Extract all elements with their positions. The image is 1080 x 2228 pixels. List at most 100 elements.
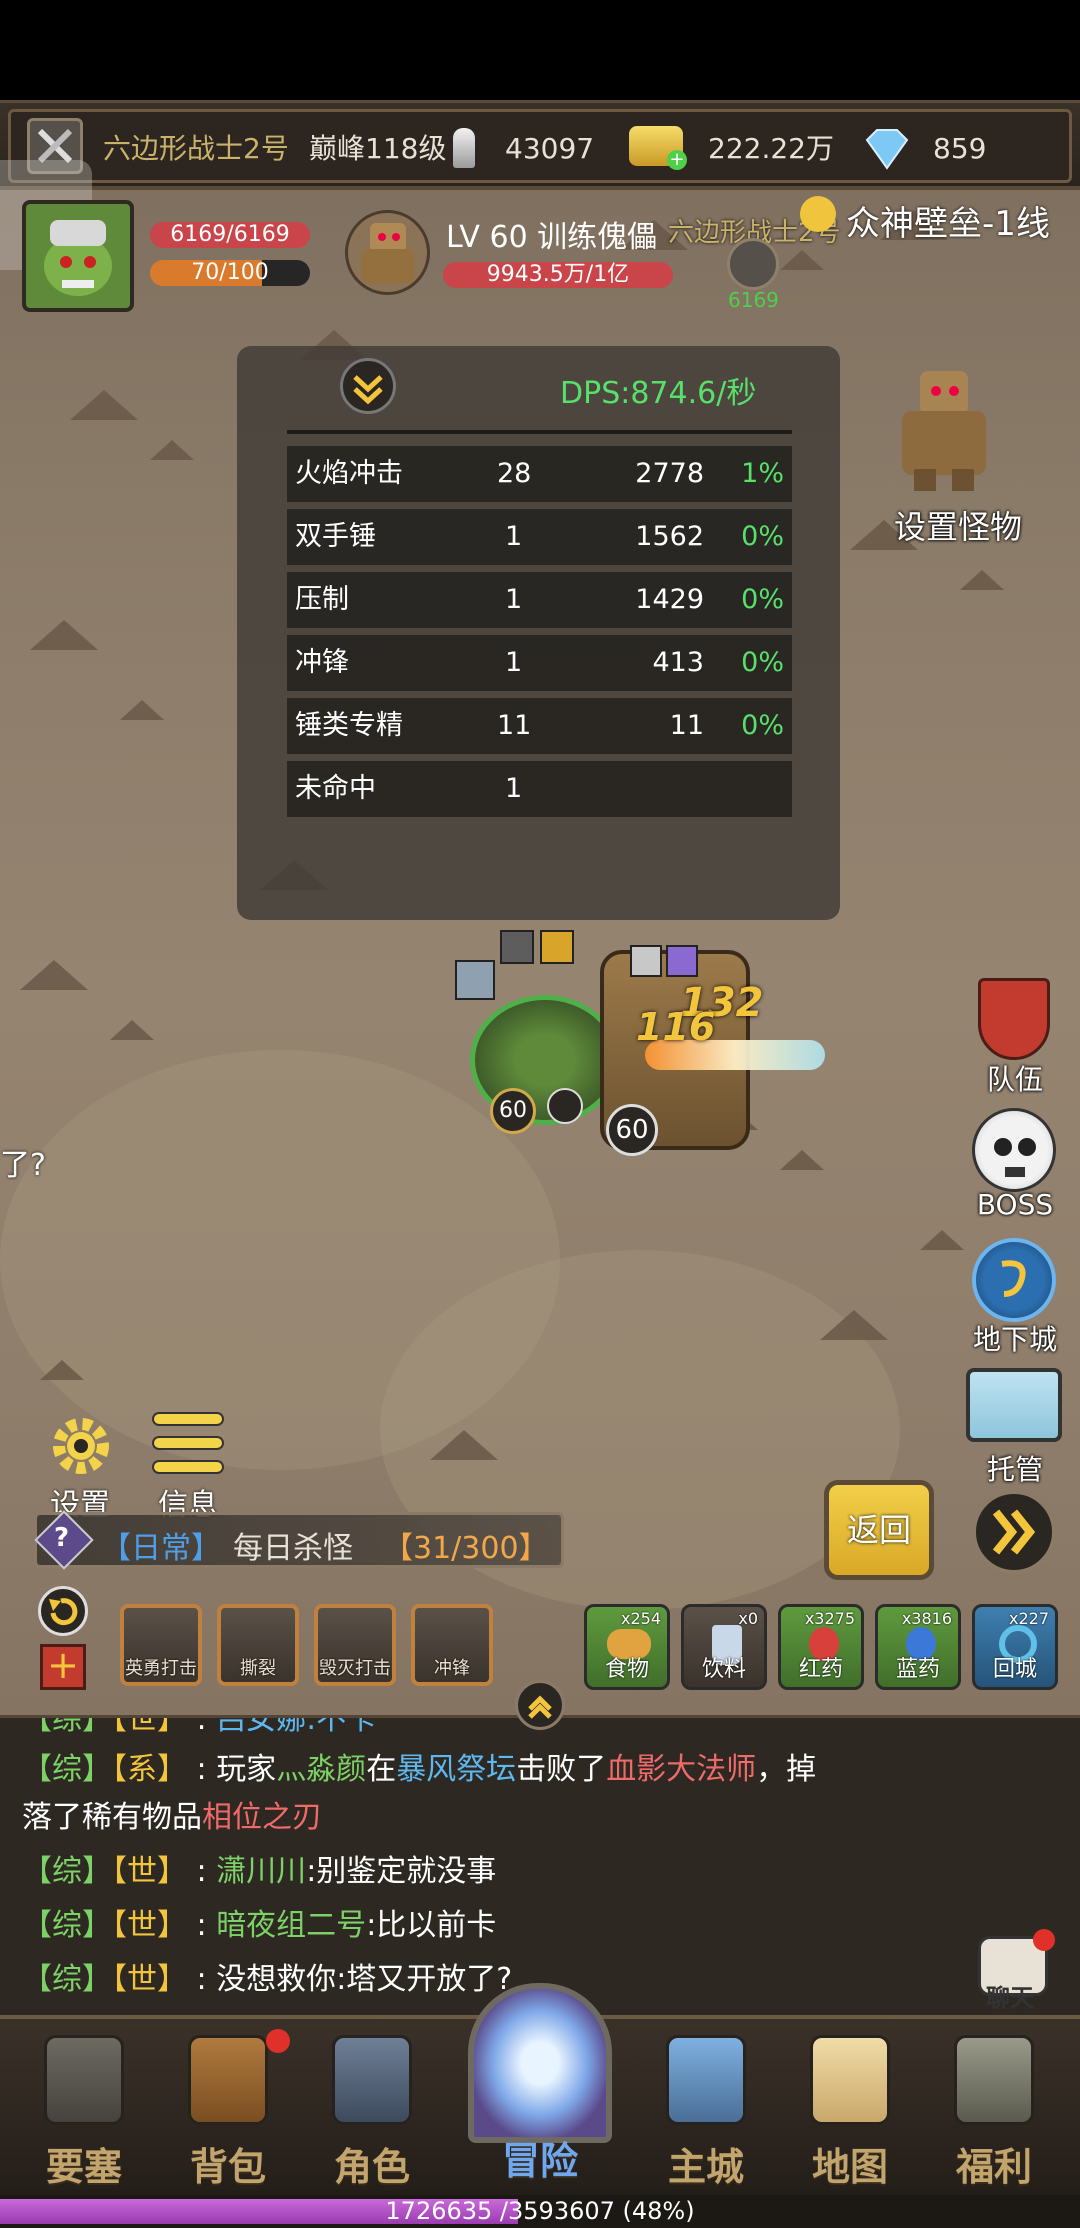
buff-icon [500, 930, 534, 964]
skill-label: 英勇打击 [125, 1658, 197, 1679]
gold-amount: 222.22万 [708, 132, 834, 165]
dps-damage: 11 [669, 710, 704, 741]
auto-manage-button[interactable]: 托管 [950, 1448, 1080, 1488]
rock [40, 1360, 84, 1380]
skill-slot[interactable]: 撕裂 [217, 1604, 299, 1686]
skill-label: 撕裂 [240, 1658, 276, 1679]
dps-row: 火焰冲击 28 2778 1% [287, 446, 792, 502]
item-slot[interactable]: x3816 蓝药 [875, 1604, 961, 1690]
next-stage-button[interactable] [972, 1490, 1056, 1574]
team-button[interactable]: 队伍 [950, 1058, 1080, 1098]
dps-divider [287, 430, 792, 434]
dungeon-button[interactable]: 地下城 [950, 1318, 1080, 1358]
rock [780, 250, 824, 270]
nav-adventure[interactable]: 冒险 [460, 1983, 620, 2193]
dps-skill: 冲锋 [295, 647, 349, 678]
city-icon [666, 2035, 746, 2125]
nav-welfare[interactable]: 福利 [924, 2029, 1064, 2199]
rock [780, 1150, 824, 1170]
nav-fortress[interactable]: 要塞 [14, 2029, 154, 2199]
team-icon[interactable] [978, 978, 1050, 1060]
sword-power-icon [453, 128, 475, 168]
rock [920, 1230, 964, 1250]
skill-label: 毁灭打击 [319, 1658, 391, 1679]
skill-slot[interactable]: 英勇打击 [120, 1604, 202, 1686]
double-chevron-right-icon [992, 1509, 1036, 1555]
chat-line: 【综】【系】 : 玩家灬淼颜在暴风祭坛击败了血影大法师，掉 [22, 1752, 817, 1787]
dps-percent: 0% [741, 647, 784, 678]
nav-main-city[interactable]: 主城 [636, 2029, 776, 2199]
nav-map[interactable]: 地图 [780, 2029, 920, 2199]
player-portrait[interactable] [22, 200, 134, 312]
collapse-dps-button[interactable] [340, 358, 396, 414]
player-hp-bar: 6169/6169 [150, 222, 310, 248]
skill-slot[interactable]: 冲锋 [411, 1604, 493, 1686]
chevron-down-icon [353, 375, 383, 405]
buff-icon [455, 960, 495, 1000]
nav-label: 冒险 [501, 2139, 578, 2183]
dps-hits: 11 [497, 710, 532, 741]
refresh-icon[interactable] [38, 1586, 88, 1636]
training-dummy-portrait[interactable] [345, 210, 430, 295]
item-slot[interactable]: x0 饮料 [681, 1604, 767, 1690]
item-count: x0 [738, 1609, 758, 1628]
dps-row: 未命中 1 [287, 761, 792, 817]
rock [20, 960, 88, 990]
back-button[interactable]: 返回 [824, 1480, 934, 1580]
dps-damage: 413 [652, 647, 704, 678]
rock [110, 1020, 154, 1040]
item-slot[interactable]: x227 回城 [972, 1604, 1058, 1690]
server-icon[interactable] [800, 196, 836, 232]
target-title: LV 60 训练傀儡 [446, 220, 658, 255]
add-skill-icon[interactable]: + [40, 1644, 86, 1690]
add-gold-icon[interactable]: + [667, 150, 687, 170]
expand-chat-button[interactable] [515, 1680, 565, 1730]
backpack-icon [188, 2035, 268, 2125]
set-monster-button[interactable] [896, 365, 992, 495]
chat-line: 【综】【世】 : 暗夜组二号:比以前卡 [22, 1908, 497, 1943]
chat-panel[interactable]: 【综】【世】 : 吕女娜:不卡 【综】【系】 : 玩家灬淼颜在暴风祭坛击败了血影… [0, 1715, 1080, 2015]
nav-label: 主城 [667, 2145, 744, 2189]
gear-icon[interactable] [48, 1413, 114, 1479]
server-owner-avatar[interactable] [727, 238, 779, 290]
portal-icon[interactable] [972, 1238, 1056, 1322]
nav-character[interactable]: 角色 [302, 2029, 442, 2199]
server-owner-power: 6169 [728, 288, 779, 312]
nav-backpack[interactable]: 背包 [158, 2029, 298, 2199]
item-slot[interactable]: x3275 红药 [778, 1604, 864, 1690]
enemy-level-badge: 60 [606, 1104, 658, 1156]
computer-icon[interactable] [966, 1368, 1062, 1442]
player-class-badge [547, 1088, 583, 1124]
chat-line: 【综】【世】 : 潇川川:别鉴定就没事 [22, 1854, 497, 1889]
rock [150, 440, 194, 460]
chevron-up-icon [528, 1695, 552, 1719]
dps-skill: 未命中 [295, 773, 376, 804]
item-label: 红药 [798, 1657, 843, 1682]
gold-icon[interactable]: + [629, 126, 687, 170]
notification-dot [1033, 1929, 1055, 1951]
item-slot[interactable]: x254 食物 [584, 1604, 670, 1690]
dps-damage: 1429 [635, 584, 704, 615]
daily-quest-bar[interactable]: ? 【日常】 每日杀怪 【31/300】 [34, 1510, 564, 1570]
player-level: 巅峰118级 [309, 132, 447, 165]
server-name[interactable]: 众神壁垒-1线 [846, 196, 1050, 245]
dps-value: DPS:874.6/秒 [560, 376, 757, 411]
item-count: x3816 [901, 1609, 952, 1628]
skull-icon[interactable] [972, 1108, 1056, 1192]
item-count: x254 [620, 1609, 661, 1628]
nav-label: 要塞 [45, 2145, 122, 2189]
dps-row: 双手锤 1 1562 0% [287, 509, 792, 565]
orc-warrior-icon [44, 220, 112, 296]
skill-slot[interactable]: 毁灭打击 [314, 1604, 396, 1686]
boss-button[interactable]: BOSS [950, 1188, 1080, 1221]
gong-icon [954, 2035, 1034, 2125]
rock [430, 1430, 498, 1460]
rock [120, 700, 164, 720]
side-chat-fragment: 了? [0, 1148, 46, 1183]
chat-line: 【综】【世】 : 没想救你:塔又开放了? [22, 1962, 513, 1997]
chat-button-label[interactable]: 聊天 [986, 1978, 1034, 2013]
dps-skill: 锤类专精 [295, 710, 403, 741]
set-monster-label[interactable]: 设置怪物 [888, 502, 1028, 548]
dps-hits: 1 [505, 647, 523, 678]
menu-icon[interactable] [152, 1412, 224, 1478]
